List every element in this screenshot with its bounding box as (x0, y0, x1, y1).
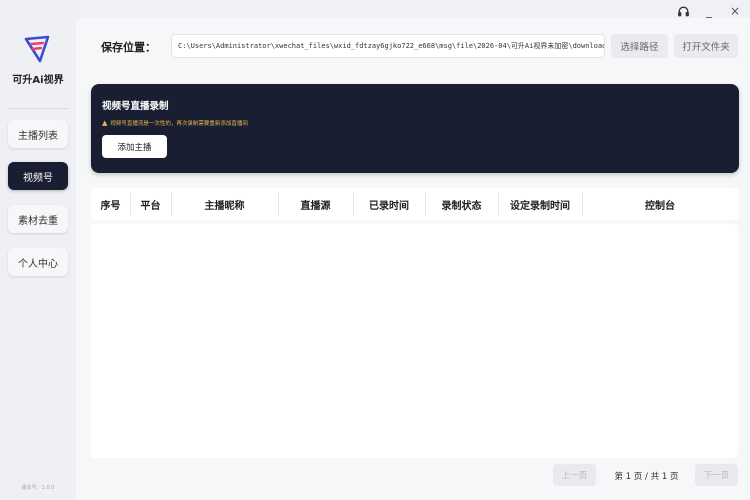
col-index[interactable]: 序号 (91, 188, 130, 220)
warning-icon: ▲ (102, 119, 108, 127)
col-record-status[interactable]: 录制状态 (425, 188, 498, 220)
open-folder-button[interactable]: 打开文件夹 (674, 34, 738, 58)
card-title: 视频号直播录制 (102, 101, 169, 112)
col-platform[interactable]: 平台 (130, 188, 171, 220)
version-label: 版本号：1.0.0 (21, 485, 55, 491)
col-source[interactable]: 直播源 (278, 188, 353, 220)
table-body (91, 224, 738, 458)
table-header: 序号 平台 主播昵称 直播源 已录时间 录制状态 设定录制时间 控制台 (91, 188, 738, 220)
col-scheduled-time[interactable]: 设定录制时间 (498, 188, 582, 220)
sidebar-item-streamer-list[interactable]: 主播列表 (8, 120, 68, 148)
save-path-input[interactable]: C:\Users\Administrator\xwechat_files\wxi… (171, 34, 605, 58)
sidebar-item-channels[interactable]: 视频号 (8, 162, 68, 190)
col-nickname[interactable]: 主播昵称 (171, 188, 278, 220)
sidebar: 可升Ai视界 主播列表 视频号 素材去重 个人中心 版本号：1.0.0 (0, 0, 76, 500)
sidebar-item-dedupe[interactable]: 素材去重 (8, 205, 68, 233)
app-logo-icon (22, 34, 52, 64)
close-button[interactable]: × (728, 4, 742, 18)
card-warning: ▲ 视频号直播流是一次性的，再次录制需要重新添加直播间 (102, 119, 248, 127)
col-console[interactable]: 控制台 (582, 188, 738, 220)
brand-name: 可升Ai视界 (12, 75, 64, 86)
sidebar-divider (8, 108, 68, 109)
add-streamer-button[interactable]: 添加主播 (102, 135, 167, 158)
page-info: 第 1 页 / 共 1 页 (614, 472, 679, 482)
col-recorded-time[interactable]: 已录时间 (353, 188, 425, 220)
headset-icon[interactable] (676, 4, 690, 18)
minimize-button[interactable]: _ (702, 4, 716, 18)
prev-page-button[interactable]: 上一页 (553, 464, 596, 486)
save-location-label: 保存位置： (101, 41, 156, 54)
sidebar-item-profile[interactable]: 个人中心 (8, 248, 68, 276)
next-page-button[interactable]: 下一页 (695, 464, 738, 486)
main-panel: 保存位置： C:\Users\Administrator\xwechat_fil… (76, 18, 750, 500)
live-record-card: 视频号直播录制 ▲ 视频号直播流是一次性的，再次录制需要重新添加直播间 添加主播 (91, 84, 739, 173)
choose-path-button[interactable]: 选择路径 (611, 34, 668, 58)
warning-text: 视频号直播流是一次性的，再次录制需要重新添加直播间 (110, 121, 248, 127)
